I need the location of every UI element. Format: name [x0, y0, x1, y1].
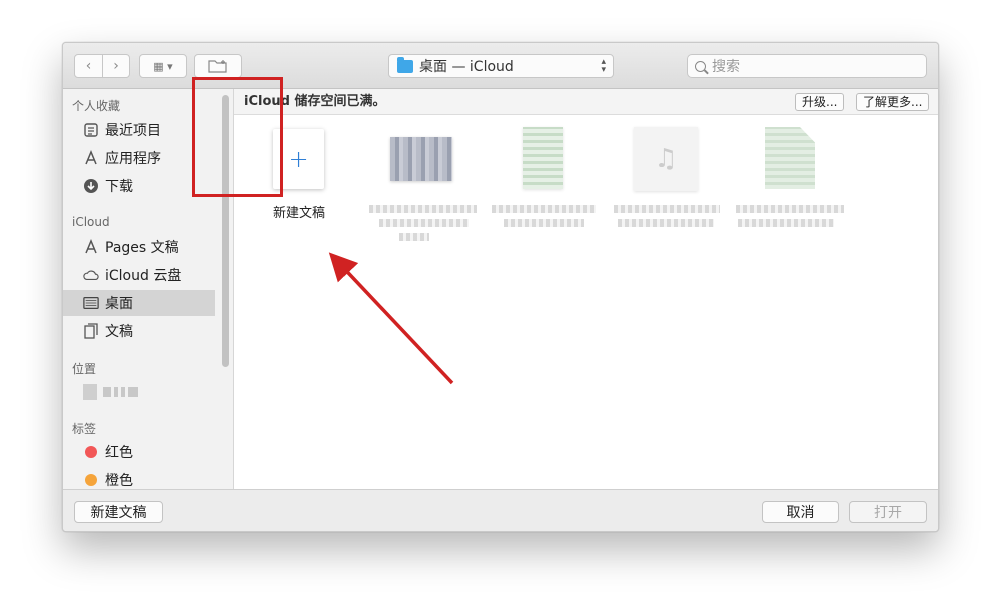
nav-buttons: ‹ ›	[74, 54, 130, 78]
view-mode-button[interactable]: ▦ ▾	[139, 54, 187, 78]
sidebar-item-label: 文稿	[105, 324, 133, 340]
upgrade-button[interactable]: 升级...	[795, 93, 845, 111]
updown-chevron-icon: ▴ ▾	[601, 57, 606, 75]
grid-view-icon: ▦ ▾	[153, 59, 173, 73]
forward-button[interactable]: ›	[101, 55, 129, 77]
chevron-left-icon: ‹	[85, 58, 92, 74]
sidebar-item-label: 红色	[105, 445, 133, 461]
icloud-drive-icon	[83, 267, 99, 283]
sidebar-item-label: 橙色	[105, 473, 133, 489]
redacted-file-name	[736, 205, 844, 227]
downloads-icon	[83, 178, 99, 194]
sidebar-item-documents[interactable]: 文稿	[63, 318, 215, 344]
sidebar-heading-tags: 标签	[72, 422, 97, 436]
new-folder-button[interactable]	[194, 54, 242, 78]
file-browser: + 新建文稿 ♫	[234, 115, 938, 489]
sidebar-item-tag-red[interactable]: 红色	[63, 439, 215, 465]
applications-icon	[83, 150, 99, 166]
file-thumbnail[interactable]	[765, 127, 815, 189]
plus-icon: +	[288, 145, 309, 173]
sidebar-item-icloud-drive[interactable]: iCloud 云盘	[63, 262, 215, 288]
back-button[interactable]: ‹	[75, 55, 102, 77]
sidebar-item-pages[interactable]: Pages 文稿	[63, 234, 215, 260]
folder-icon	[397, 56, 413, 73]
pages-icon	[83, 239, 99, 255]
new-folder-icon	[208, 60, 227, 73]
sidebar-item-label: 应用程序	[105, 151, 161, 167]
sidebar-heading-icloud: iCloud	[72, 215, 110, 229]
music-note-icon: ♫	[654, 144, 678, 174]
red-tag-dot-icon	[85, 446, 97, 458]
music-file-thumbnail[interactable]: ♫	[634, 127, 698, 191]
redacted-location-name	[103, 387, 138, 397]
orange-tag-dot-icon	[85, 474, 97, 486]
new-document-label: 新建文稿	[272, 206, 325, 221]
search-icon	[695, 60, 706, 72]
file-thumbnail[interactable]	[523, 127, 563, 189]
search-placeholder: 搜索	[712, 59, 740, 75]
redacted-file-name	[492, 205, 596, 227]
highlight-box	[192, 77, 283, 197]
sidebar-item-desktop[interactable]: 桌面	[63, 290, 215, 316]
sidebar-item-label: 桌面	[105, 296, 133, 312]
documents-icon	[83, 323, 99, 339]
sidebar-item-label: Pages 文稿	[105, 240, 179, 256]
file-thumbnail[interactable]	[390, 137, 452, 181]
sidebar-item-location-redacted[interactable]	[63, 379, 215, 405]
sidebar-item-label: 最近项目	[105, 123, 161, 139]
storage-full-banner: iCloud 储存空间已满。 升级... 了解更多...	[234, 89, 938, 115]
recents-icon	[83, 122, 99, 138]
sidebar-item-label: iCloud 云盘	[105, 268, 182, 284]
redacted-file-name	[369, 205, 477, 241]
new-document-button[interactable]: 新建文稿	[74, 501, 163, 523]
cancel-button[interactable]: 取消	[762, 501, 839, 523]
path-select[interactable]: 桌面 — iCloud ▴ ▾	[388, 54, 614, 78]
sidebar-item-label: 下载	[105, 179, 133, 195]
search-input[interactable]: 搜索	[687, 54, 927, 78]
path-label: 桌面 — iCloud	[419, 59, 514, 75]
redacted-file-name	[614, 205, 720, 227]
footer-bar: 新建文稿 取消 打开	[63, 489, 938, 531]
sidebar-heading-favorites: 个人收藏	[72, 99, 121, 113]
sidebar-heading-locations: 位置	[72, 362, 97, 376]
chevron-right-icon: ›	[113, 58, 119, 74]
disk-icon	[83, 384, 97, 400]
learn-more-button[interactable]: 了解更多...	[856, 93, 930, 111]
desktop-icon	[83, 295, 99, 311]
open-button[interactable]: 打开	[849, 501, 927, 523]
